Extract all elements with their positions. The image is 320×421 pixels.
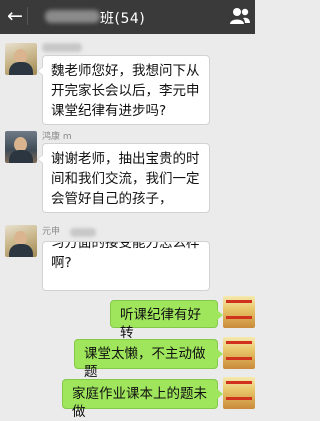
blurred-sender-name xyxy=(70,228,96,237)
own-avatar[interactable] xyxy=(223,377,255,409)
avatar[interactable] xyxy=(5,225,37,257)
avatar-body xyxy=(9,150,33,163)
avatar[interactable] xyxy=(5,43,37,75)
reply-text: 家庭作业课本上的题未做 xyxy=(72,386,207,420)
message-bubble[interactable]: 魏老师您好，我想问下从开完家长会以后，李元申课堂纪律有进步吗? xyxy=(37,55,210,125)
back-arrow-icon[interactable]: ← xyxy=(7,4,23,28)
reply-text: 听课纪律有好转 xyxy=(120,307,201,341)
sender-name: 元申 xyxy=(42,227,61,237)
avatar[interactable] xyxy=(5,131,37,163)
avatar-body xyxy=(9,244,33,257)
reply-bubble[interactable]: 家庭作业课本上的题未做 xyxy=(62,379,223,420)
chat-title: 班(54) xyxy=(100,11,146,27)
title-divider xyxy=(27,7,28,25)
sender-name: 鸿康 m xyxy=(42,132,72,142)
message-text-line: 习方面的接受能力怎么样 xyxy=(51,241,200,251)
reply-bubble[interactable]: 课堂太懒，不主动做题 xyxy=(74,339,223,380)
people-icon[interactable] xyxy=(229,7,251,25)
blurred-title-part xyxy=(45,10,100,23)
blurred-sender-name xyxy=(42,43,82,52)
message-text: 魏老师您好，我想问下从开完家长会以后，李元申课堂纪律有进步吗? xyxy=(51,63,200,119)
own-avatar[interactable] xyxy=(223,296,255,328)
title-bar: ← 班(54) xyxy=(0,0,255,34)
own-avatar[interactable] xyxy=(223,337,255,369)
reply-text: 课堂太懒，不主动做题 xyxy=(84,346,206,380)
message-text: 谢谢老师，抽出宝贵的时间和我们交流，我们一定会管好自己的孩子， xyxy=(51,151,200,207)
message-text-line: 啊? xyxy=(51,255,72,271)
reply-bubble[interactable]: 听课纪律有好转 xyxy=(110,300,223,341)
message-bubble[interactable]: 习方面的接受能力怎么样 啊? xyxy=(42,241,210,291)
avatar-body xyxy=(9,62,33,75)
message-bubble[interactable]: 谢谢老师，抽出宝贵的时间和我们交流，我们一定会管好自己的孩子， xyxy=(37,143,210,213)
